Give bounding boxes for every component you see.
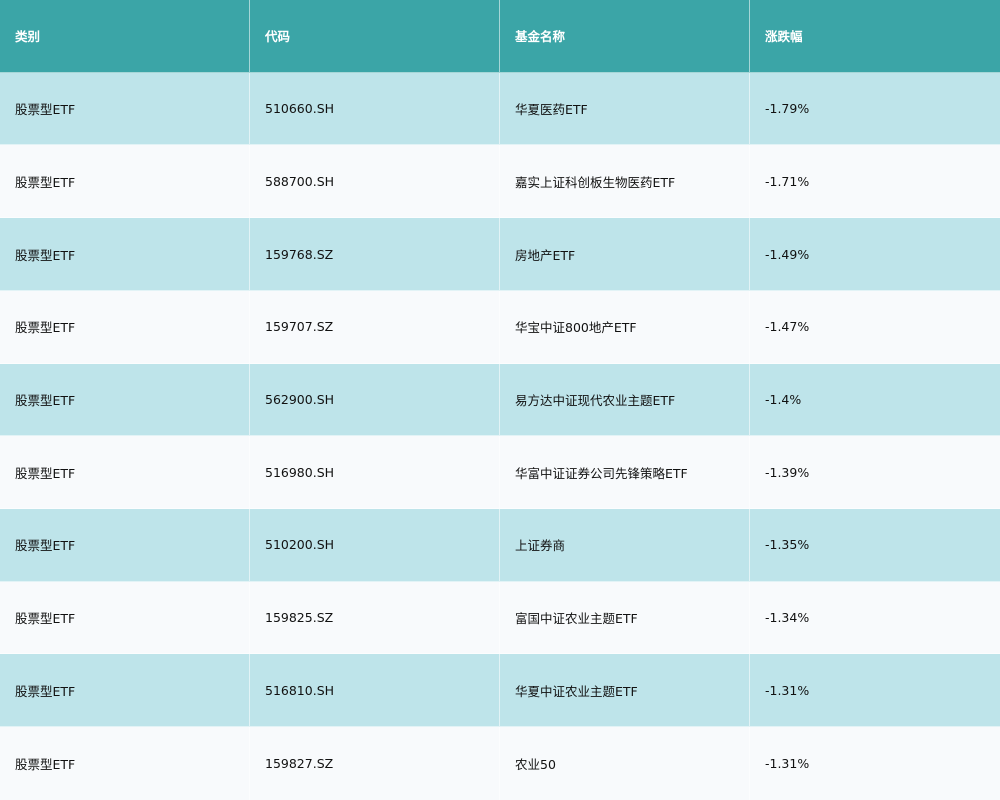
change-cell: -1.79%: [765, 101, 810, 117]
fund-name-cell: 华宝中证800地产ETF: [500, 290, 750, 363]
code-cell: 562900.SH: [250, 363, 500, 436]
category-cell: 股票型ETF: [0, 436, 250, 509]
table-row[interactable]: 股票型ETF 562900.SH 易方达中证现代农业主题ETF -1.4%: [0, 363, 1000, 437]
change-cell: -1.49%: [765, 246, 810, 262]
code-cell: 516810.SH: [250, 654, 500, 727]
code-cell: 159707.SZ: [250, 290, 500, 363]
code-cell: 159768.SZ: [250, 218, 500, 290]
change-cell: -1.4%: [765, 391, 802, 407]
code-cell: 159825.SZ: [250, 581, 500, 654]
category-cell: 股票型ETF: [0, 581, 250, 654]
category-cell: 股票型ETF: [0, 654, 250, 727]
change-cell: -1.39%: [765, 464, 810, 480]
fund-name-cell: 富国中证农业主题ETF: [500, 581, 750, 654]
code-cell: 516980.SH: [250, 436, 500, 509]
fund-name-cell: 易方达中证现代农业主题ETF: [500, 363, 750, 436]
column-header-category[interactable]: 类别: [0, 0, 250, 72]
fund-name-cell: 嘉实上证科创板生物医药ETF: [500, 145, 750, 218]
category-cell: 股票型ETF: [0, 145, 250, 218]
fund-name-cell: 农业50: [500, 727, 750, 800]
fund-name-cell: 华夏医药ETF: [500, 72, 750, 145]
category-cell: 股票型ETF: [0, 727, 250, 800]
change-cell: -1.47%: [765, 319, 810, 335]
fund-name-cell: 华夏中证农业主题ETF: [500, 654, 750, 727]
table-row[interactable]: 股票型ETF 510200.SH 上证券商 -1.35%: [0, 509, 1000, 582]
category-cell: 股票型ETF: [0, 72, 250, 145]
table-row[interactable]: 股票型ETF 516810.SH 华夏中证农业主题ETF -1.31%: [0, 654, 1000, 728]
table-row[interactable]: 股票型ETF 510660.SH 华夏医药ETF -1.79%: [0, 72, 1000, 146]
table-row[interactable]: 股票型ETF 159825.SZ 富国中证农业主题ETF -1.34%: [0, 581, 1000, 655]
code-cell: 159827.SZ: [250, 727, 500, 800]
category-cell: 股票型ETF: [0, 218, 250, 290]
change-cell: -1.34%: [765, 610, 810, 626]
table-row[interactable]: 股票型ETF 588700.SH 嘉实上证科创板生物医药ETF -1.71%: [0, 145, 1000, 219]
etf-table: 类别 代码 基金名称 涨跌幅 股票型ETF 510660.SH 华夏医药ETF …: [0, 0, 1000, 800]
table-header: 类别 代码 基金名称 涨跌幅: [0, 0, 1000, 73]
category-cell: 股票型ETF: [0, 290, 250, 363]
code-cell: 510660.SH: [250, 72, 500, 145]
fund-name-cell: 房地产ETF: [500, 218, 750, 290]
table-row[interactable]: 股票型ETF 159707.SZ 华宝中证800地产ETF -1.47%: [0, 290, 1000, 364]
category-cell: 股票型ETF: [0, 509, 250, 581]
code-cell: 510200.SH: [250, 509, 500, 581]
category-cell: 股票型ETF: [0, 363, 250, 436]
column-header-code[interactable]: 代码: [250, 0, 500, 72]
change-cell: -1.35%: [765, 537, 810, 553]
code-cell: 588700.SH: [250, 145, 500, 218]
table-row[interactable]: 股票型ETF 159768.SZ 房地产ETF -1.49%: [0, 218, 1000, 291]
change-cell: -1.31%: [765, 682, 810, 698]
table-row[interactable]: 股票型ETF 516980.SH 华富中证证券公司先锋策略ETF -1.39%: [0, 436, 1000, 510]
change-cell: -1.71%: [765, 173, 810, 189]
fund-name-cell: 华富中证证券公司先锋策略ETF: [500, 436, 750, 509]
column-header-fund-name[interactable]: 基金名称: [500, 0, 750, 72]
fund-name-cell: 上证券商: [500, 509, 750, 581]
table-row[interactable]: 股票型ETF 159827.SZ 农业50 -1.31%: [0, 727, 1000, 800]
column-header-change[interactable]: 涨跌幅: [750, 0, 1000, 72]
change-cell: -1.31%: [765, 756, 810, 772]
